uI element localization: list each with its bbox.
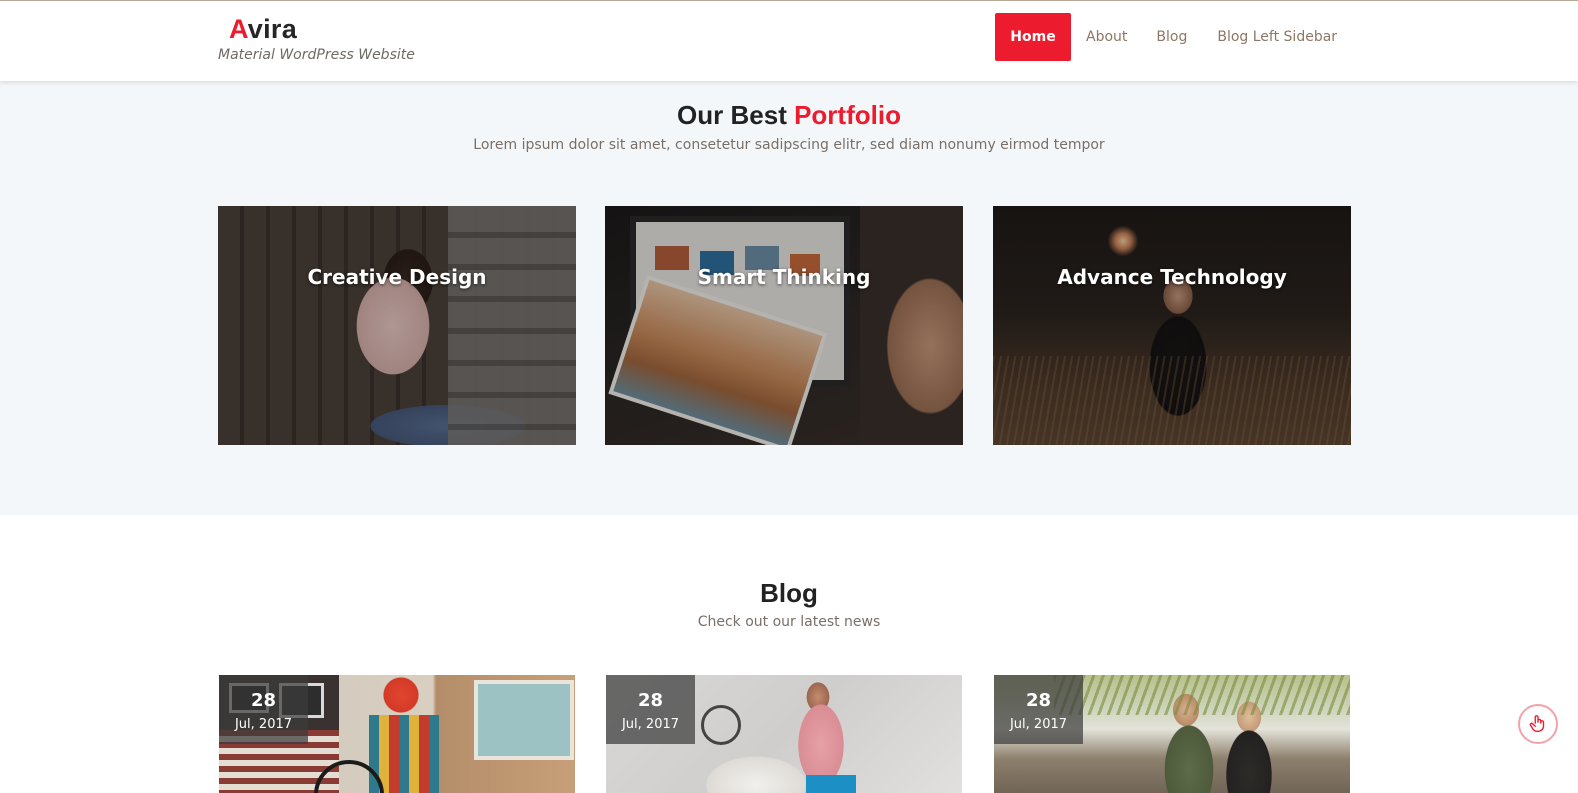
portfolio-card-creative-design[interactable]: Creative Design: [218, 206, 576, 445]
portfolio-title-accent: Portfolio: [794, 100, 901, 130]
card-overlay: [218, 206, 576, 445]
portfolio-card-title: Advance Technology: [1057, 265, 1287, 289]
blog-post-card[interactable]: 28 Jul, 2017: [606, 675, 962, 793]
post-date-month: Jul, 2017: [621, 717, 680, 732]
portfolio-title-plain: Our Best: [677, 100, 795, 130]
portfolio-section: Our Best Portfolio Lorem ipsum dolor sit…: [0, 81, 1578, 515]
post-date-badge: 28 Jul, 2017: [219, 675, 308, 744]
main-navigation: Home About Blog Blog Left Sidebar: [995, 13, 1337, 61]
portfolio-title: Our Best Portfolio: [0, 100, 1578, 131]
portfolio-card-smart-thinking[interactable]: Smart Thinking: [605, 206, 963, 445]
post-date-day: 28: [637, 690, 664, 711]
nav-blog-link[interactable]: Blog: [1156, 29, 1187, 45]
post-date-month: Jul, 2017: [234, 717, 293, 732]
card-overlay: [993, 206, 1351, 445]
post-date-badge: 28 Jul, 2017: [606, 675, 695, 744]
blog-post-card[interactable]: 28 Jul, 2017: [994, 675, 1350, 793]
logo-initial: A: [229, 14, 248, 44]
card-overlay: [605, 206, 963, 445]
portfolio-subtitle: Lorem ipsum dolor sit amet, consetetur s…: [473, 137, 1105, 153]
post-date-month: Jul, 2017: [1009, 717, 1068, 732]
site-logo[interactable]: Avira: [229, 14, 297, 45]
blog-title: Blog: [760, 578, 818, 608]
nav-about-link[interactable]: About: [1086, 29, 1127, 45]
site-tagline: Material WordPress Website: [218, 47, 415, 63]
blog-subtitle: Check out our latest news: [697, 614, 881, 630]
portfolio-card-title: Smart Thinking: [697, 265, 871, 289]
portfolio-card-advance-technology[interactable]: Advance Technology: [993, 206, 1351, 445]
nav-home-link[interactable]: Home: [995, 13, 1071, 61]
post-date-badge: 28 Jul, 2017: [994, 675, 1083, 744]
site-header: Avira Material WordPress Website Home Ab…: [0, 1, 1578, 81]
post-date-day: 28: [1025, 690, 1052, 711]
floating-action-button[interactable]: [1518, 704, 1558, 744]
blog-post-card[interactable]: 28 Jul, 2017: [219, 675, 575, 793]
nav-blog-left-sidebar-link[interactable]: Blog Left Sidebar: [1217, 29, 1337, 45]
pointer-hand-icon: [1529, 715, 1545, 733]
portfolio-card-title: Creative Design: [307, 265, 487, 289]
post-date-day: 28: [250, 690, 277, 711]
logo-text: vira: [247, 14, 298, 44]
